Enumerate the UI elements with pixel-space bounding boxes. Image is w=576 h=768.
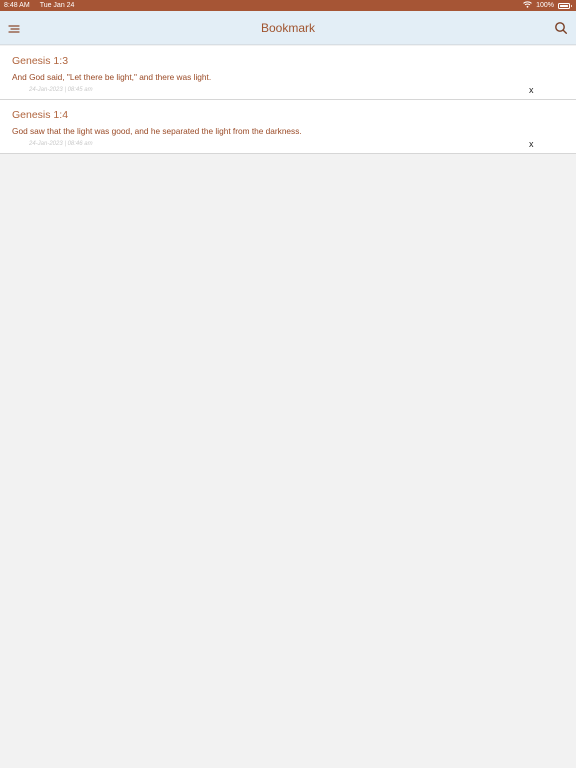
nav-bar: Bookmark xyxy=(0,11,576,45)
battery-percent: 100% xyxy=(536,2,554,9)
status-left: 8:48 AM Tue Jan 24 xyxy=(4,2,74,9)
wifi-icon xyxy=(523,1,532,10)
status-time: 8:48 AM xyxy=(4,2,30,9)
battery-icon xyxy=(558,2,572,9)
search-icon[interactable] xyxy=(554,21,568,35)
bookmark-date: 24-Jan-2023 | 08:45 am xyxy=(29,87,93,93)
delete-bookmark-button[interactable]: x xyxy=(529,139,534,149)
status-date: Tue Jan 24 xyxy=(39,2,75,9)
status-right: 100% xyxy=(523,1,572,10)
bookmark-reference: Genesis 1:4 xyxy=(12,109,69,121)
bookmark-item[interactable]: Genesis 1:4 God saw that the light was g… xyxy=(0,100,576,154)
bookmark-verse-text: God saw that the light was good, and he … xyxy=(12,126,302,136)
page-title: Bookmark xyxy=(260,21,316,35)
bookmark-reference: Genesis 1:3 xyxy=(12,55,69,67)
bookmark-list: Genesis 1:3 And God said, "Let there be … xyxy=(0,46,576,154)
status-bar: 8:48 AM Tue Jan 24 100% xyxy=(0,0,576,11)
delete-bookmark-button[interactable]: x xyxy=(529,85,534,95)
bookmark-date: 24-Jan-2023 | 08:46 am xyxy=(29,141,93,147)
bookmark-item[interactable]: Genesis 1:3 And God said, "Let there be … xyxy=(0,46,576,100)
bookmark-verse-text: And God said, "Let there be light," and … xyxy=(12,72,212,82)
